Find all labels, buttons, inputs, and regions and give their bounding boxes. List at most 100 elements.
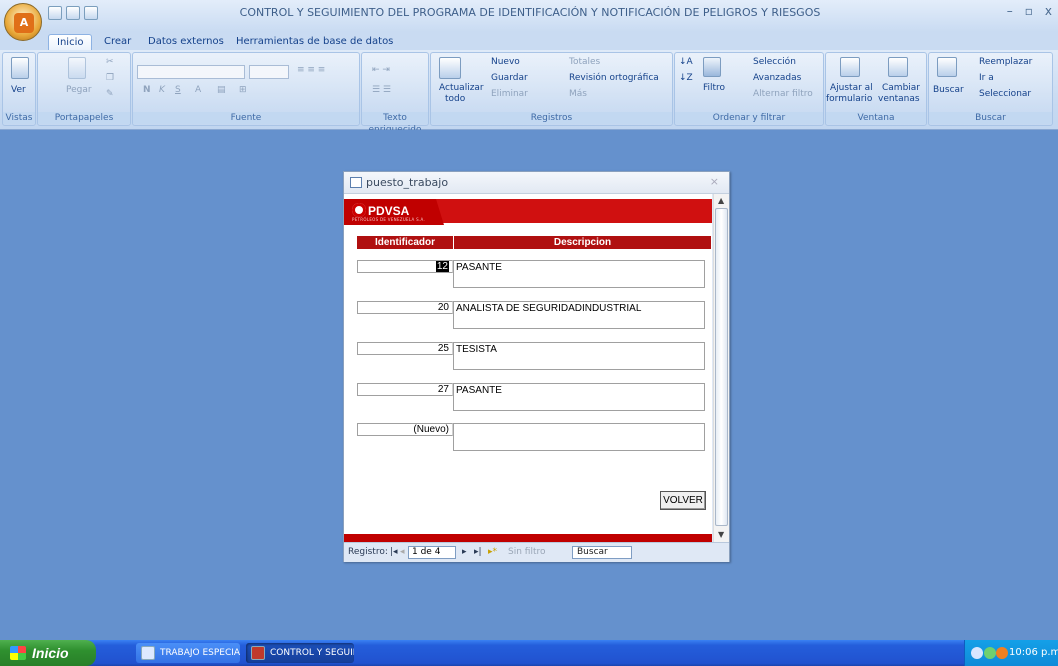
redo-icon[interactable] [84,6,98,20]
scroll-down-icon[interactable]: ▼ [718,530,724,539]
pdvsa-logo: PDVSA [352,203,409,218]
eliminar-button[interactable]: Eliminar [491,89,528,99]
list-icons[interactable]: ☰ ☰ [372,85,391,95]
scroll-thumb[interactable] [715,208,728,526]
next-record-icon[interactable]: ▸ [462,547,467,557]
bold-button[interactable]: N [143,85,151,95]
form-close-icon[interactable]: × [710,175,719,188]
ajustar-line1[interactable]: Ajustar al [830,83,873,93]
filter-icon[interactable] [703,57,721,77]
tray-icon-3[interactable] [996,647,1008,659]
undo-icon[interactable] [66,6,80,20]
id-field[interactable]: 25 [357,342,453,355]
search-field[interactable]: Buscar [572,546,632,559]
font-size-select[interactable] [249,65,289,79]
fill-color-icon[interactable]: ▤ [217,85,226,95]
indent-icons[interactable]: ⇤ ⇥ [372,65,390,75]
align-icons[interactable]: ≡ ≡ ≡ [297,65,325,75]
taskbar: Inicio TRABAJO ESPECIAL ... CONTROL Y SE… [0,640,1058,666]
tab-datos-externos[interactable]: Datos externos [140,34,232,50]
tab-inicio[interactable]: Inicio [48,34,93,50]
desc-field[interactable]: TESISTA [453,342,705,370]
taskbar-item-trabajo[interactable]: TRABAJO ESPECIAL ... [136,643,240,663]
tab-herramientas[interactable]: Herramientas de base de datos [228,34,401,50]
last-record-icon[interactable]: ▸| [474,547,482,557]
tray-icon-2[interactable] [984,647,996,659]
totales-button[interactable]: Totales [569,57,600,67]
buscar-button[interactable]: Buscar [933,85,964,95]
cut-icon[interactable]: ✂ [106,57,114,67]
group-texto: ⇤ ⇥ ☰ ☰ Texto enriquecido [361,52,429,135]
cambiar-line1[interactable]: Cambiar [882,83,920,93]
group-fuente: ≡ ≡ ≡ N K S A ▤ ⊞ Fuente [132,52,360,126]
form-title-bar[interactable]: puesto_trabajo × [344,172,729,194]
group-label-registros: Registros [431,112,672,124]
scroll-up-icon[interactable]: ▲ [718,196,724,205]
switch-windows-icon[interactable] [888,57,908,77]
footer-band [344,534,712,542]
close-icon[interactable]: x [1045,4,1052,18]
group-label-ordenar: Ordenar y filtrar [675,112,823,124]
taskbar-item-control[interactable]: CONTROL Y SEGUIMI... [246,643,354,663]
id-field[interactable]: 27 [357,383,453,396]
new-desc-field[interactable] [453,423,705,451]
gridlines-icon[interactable]: ⊞ [239,85,247,95]
fit-form-icon[interactable] [840,57,860,77]
sort-desc-icon[interactable]: ↓Z [679,73,693,83]
format-painter-icon[interactable]: ✎ [106,89,114,99]
prev-record-icon[interactable]: ◂ [400,547,405,557]
new-id-field[interactable]: (Nuevo) [357,423,453,436]
volver-button[interactable]: VOLVER [660,491,706,510]
underline-button[interactable]: S [175,85,181,95]
avanzadas-button[interactable]: Avanzadas [753,73,801,83]
ver-button[interactable]: Ver [11,85,26,95]
group-portapapeles: Pegar ✂ ❐ ✎ Portapapeles [37,52,131,126]
ir-a-button[interactable]: Ir a [979,73,994,83]
actualizar-button[interactable]: Actualizar [439,83,484,93]
mas-button[interactable]: Más [569,89,587,99]
alternar-filtro-button[interactable]: Alternar filtro [753,89,813,99]
save-icon[interactable] [48,6,62,20]
seleccionar-button[interactable]: Seleccionar [979,89,1031,99]
todo-label[interactable]: todo [445,94,465,104]
pegar-button[interactable]: Pegar [66,85,92,95]
id-field[interactable]: 12 [357,260,453,273]
tray-icon-1[interactable] [971,647,983,659]
filtro-button[interactable]: Filtro [703,83,725,93]
first-record-icon[interactable]: |◂ [390,547,398,557]
restore-icon[interactable]: ▫ [1025,4,1033,18]
minimize-icon[interactable]: – [1007,4,1013,18]
refresh-icon[interactable] [439,57,461,79]
desc-field[interactable]: PASANTE [453,383,705,411]
nuevo-button[interactable]: Nuevo [491,57,520,67]
binoculars-icon[interactable] [937,57,957,77]
view-icon[interactable] [11,57,29,79]
seleccion-button[interactable]: Selección [753,57,796,67]
office-button[interactable]: A [4,3,42,41]
paste-icon[interactable] [68,57,86,79]
window-controls: – ▫ x [1007,4,1052,18]
guardar-button[interactable]: Guardar [491,73,528,83]
sin-filtro-button[interactable]: Sin filtro [508,547,546,557]
form-window: puesto_trabajo × PDVSA PETRÓLEOS DE VENE… [343,171,730,562]
font-color-icon[interactable]: A [195,85,201,95]
group-label-fuente: Fuente [133,112,359,124]
start-button[interactable]: Inicio [0,640,96,666]
desc-field[interactable]: ANALISTA DE SEGURIDADINDUSTRIAL [453,301,705,329]
reemplazar-button[interactable]: Reemplazar [979,57,1032,67]
system-tray: 10:06 p.m. [964,640,1058,666]
cambiar-line2[interactable]: ventanas [878,94,920,104]
revision-button[interactable]: Revisión ortográfica [569,73,659,83]
new-record-icon[interactable]: ▸* [488,547,497,557]
ajustar-line2[interactable]: formulario [826,94,872,104]
italic-button[interactable]: K [159,85,165,95]
tab-crear[interactable]: Crear [96,34,139,50]
ribbon: Ver Vistas Pegar ✂ ❐ ✎ Portapapeles ≡ ≡ … [0,50,1058,135]
desc-field[interactable]: PASANTE [453,260,705,288]
copy-icon[interactable]: ❐ [106,73,114,83]
id-field[interactable]: 20 [357,301,453,314]
font-name-select[interactable] [137,65,245,79]
record-number-field[interactable]: 1 de 4 [408,546,456,559]
vertical-scrollbar[interactable]: ▲ ▼ [713,194,729,542]
sort-asc-icon[interactable]: ↓A [679,57,693,67]
